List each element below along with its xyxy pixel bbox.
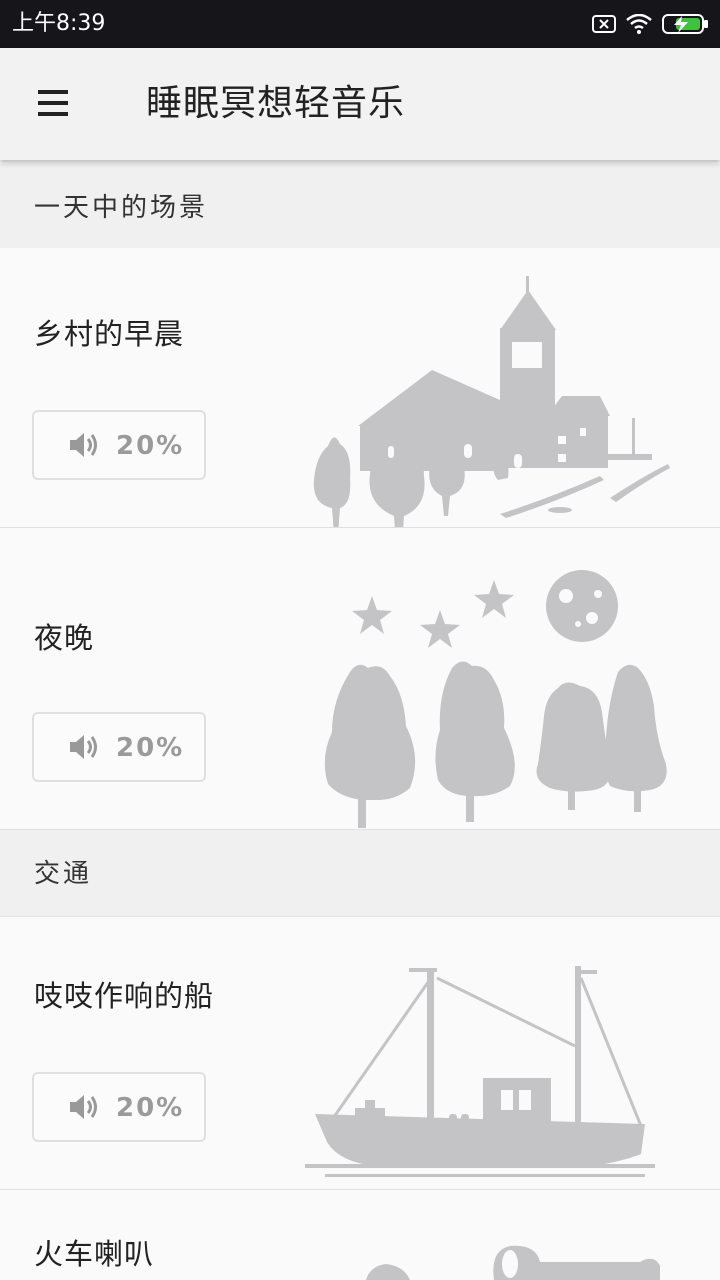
page-title: 睡眠冥想轻音乐 (146, 83, 406, 124)
wifi-icon (626, 14, 652, 34)
app-bar: 睡眠冥想轻音乐 (0, 48, 720, 160)
section-header-day-scenes: 一天中的场景 (0, 164, 720, 251)
status-bar: 上午8:39 (0, 0, 720, 48)
sound-card-night[interactable]: 夜晚 20% (0, 528, 720, 830)
section-header-label: 一天中的场景 (34, 193, 209, 223)
sound-card-creaking-boat[interactable]: 吱吱作响的船 20% (0, 918, 720, 1190)
section-header-label: 交通 (34, 859, 93, 889)
boat-icon (305, 966, 655, 1177)
volume-percent: 20% (116, 1093, 185, 1123)
status-time: 上午8:39 (12, 11, 106, 36)
church-village-icon (313, 276, 670, 527)
sound-name: 吱吱作响的船 (34, 979, 215, 1013)
volume-percent: 20% (116, 431, 185, 461)
sim-off-icon (592, 15, 616, 33)
sound-name: 火车喇叭 (34, 1237, 155, 1271)
status-icons (592, 10, 710, 38)
volume-button[interactable]: 20% (32, 410, 206, 480)
battery-charging-icon (662, 14, 708, 34)
volume-button[interactable]: 20% (32, 1072, 206, 1142)
volume-button[interactable]: 20% (32, 712, 206, 782)
speaker-icon (70, 1095, 97, 1119)
sound-name: 乡村的早晨 (34, 317, 185, 351)
volume-percent: 20% (116, 733, 185, 763)
sound-card-village-morning[interactable]: 乡村的早晨 20% (0, 248, 720, 528)
sound-card-train-horn[interactable]: 火车喇叭 (0, 1190, 720, 1280)
hamburger-menu-icon[interactable] (28, 82, 84, 126)
speaker-icon (70, 433, 97, 457)
sound-name: 夜晚 (34, 621, 95, 655)
speaker-icon (70, 735, 97, 759)
train-horn-icon (366, 1245, 660, 1280)
section-header-transport: 交通 (0, 830, 720, 917)
night-trees-icon (324, 570, 667, 828)
